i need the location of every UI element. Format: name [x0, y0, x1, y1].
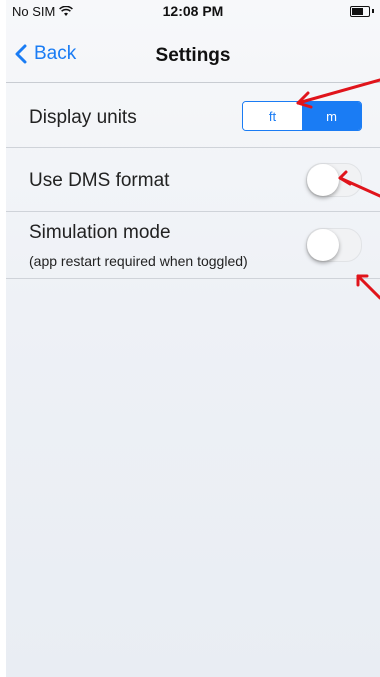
display-units-row: Display units ft m: [6, 83, 380, 148]
status-time: 12:08 PM: [162, 3, 224, 19]
toggle-knob: [307, 229, 339, 261]
battery-tip: [372, 9, 374, 13]
status-bar: No SIM 12:08 PM: [6, 0, 380, 22]
page-title: Settings: [155, 45, 231, 66]
dms-format-label: Use DMS format: [29, 170, 170, 191]
simulation-mode-toggle[interactable]: [306, 228, 362, 262]
simulation-mode-label: Simulation mode: [29, 222, 171, 243]
dms-format-toggle[interactable]: [306, 163, 362, 197]
battery-icon: [350, 6, 370, 17]
simulation-mode-note: (app restart required when toggled): [29, 253, 248, 269]
display-units-label: Display units: [29, 107, 137, 128]
simulation-mode-row: Simulation mode (app restart required wh…: [6, 212, 380, 279]
navigation-bar: Back Settings: [6, 22, 380, 83]
toggle-knob: [307, 164, 339, 196]
dms-format-row: Use DMS format: [6, 148, 380, 212]
units-option-m[interactable]: m: [302, 102, 361, 130]
units-option-ft[interactable]: ft: [243, 102, 302, 130]
units-segmented-control[interactable]: ft m: [242, 101, 362, 131]
settings-screen: No SIM 12:08 PM Back Settings Display un…: [6, 0, 380, 677]
